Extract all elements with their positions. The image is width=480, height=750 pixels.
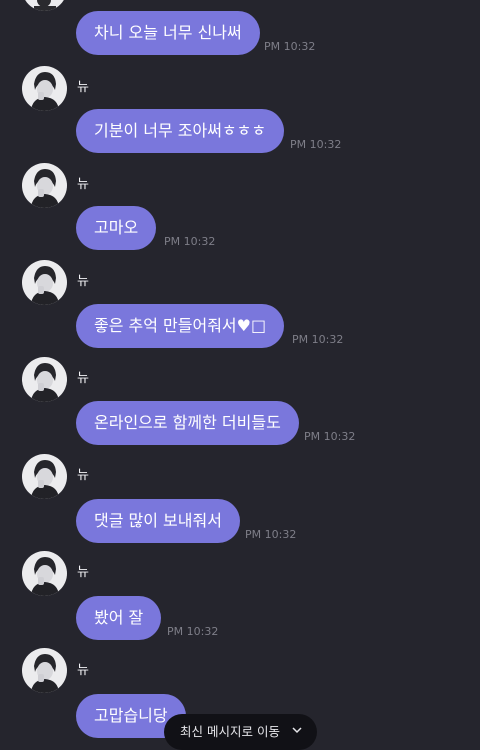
message-timestamp: PM 10:32 xyxy=(290,138,342,151)
sender-name: 뉴 xyxy=(77,177,89,192)
message-bubble[interactable]: 봤어 잘 xyxy=(76,596,162,640)
message-timestamp: PM 10:32 xyxy=(164,235,216,248)
sender-name: 뉴 xyxy=(77,371,89,386)
jump-to-latest-button[interactable]: 최신 메시지로 이동 xyxy=(164,714,317,750)
jump-to-latest-label: 최신 메시지로 이동 xyxy=(180,724,280,739)
avatar[interactable] xyxy=(22,454,67,499)
chat-message-list[interactable]: 차니 오늘 너무 신나써 PM 10:32 뉴 기분이 너무 조아써ㅎㅎㅎ PM… xyxy=(0,0,480,750)
avatar[interactable] xyxy=(22,163,67,208)
avatar[interactable] xyxy=(22,66,67,111)
message-timestamp: PM 10:32 xyxy=(304,430,356,443)
sender-name: 뉴 xyxy=(77,663,89,678)
message-timestamp: PM 10:32 xyxy=(264,40,316,53)
message-bubble[interactable]: 댓글 많이 보내줘서 xyxy=(76,499,240,543)
message-bubble[interactable]: 고마오 xyxy=(76,206,157,250)
message-bubble[interactable]: 좋은 추억 만들어줘서♥□ xyxy=(76,304,285,348)
chevron-down-icon xyxy=(292,727,302,734)
avatar[interactable] xyxy=(22,260,67,305)
message-timestamp: PM 10:32 xyxy=(292,333,344,346)
message-bubble[interactable]: 차니 오늘 너무 신나써 xyxy=(76,11,260,55)
avatar[interactable] xyxy=(22,648,67,693)
sender-name: 뉴 xyxy=(77,80,89,95)
avatar[interactable] xyxy=(22,551,67,596)
message-bubble[interactable]: 온라인으로 함께한 더비들도 xyxy=(76,401,299,445)
sender-name: 뉴 xyxy=(77,565,89,580)
avatar[interactable] xyxy=(22,357,67,402)
message-timestamp: PM 10:32 xyxy=(245,528,297,541)
avatar[interactable] xyxy=(22,0,67,11)
sender-name: 뉴 xyxy=(77,274,89,289)
sender-name: 뉴 xyxy=(77,468,89,483)
message-timestamp: PM 10:32 xyxy=(167,625,219,638)
message-bubble[interactable]: 기분이 너무 조아써ㅎㅎㅎ xyxy=(76,109,285,153)
